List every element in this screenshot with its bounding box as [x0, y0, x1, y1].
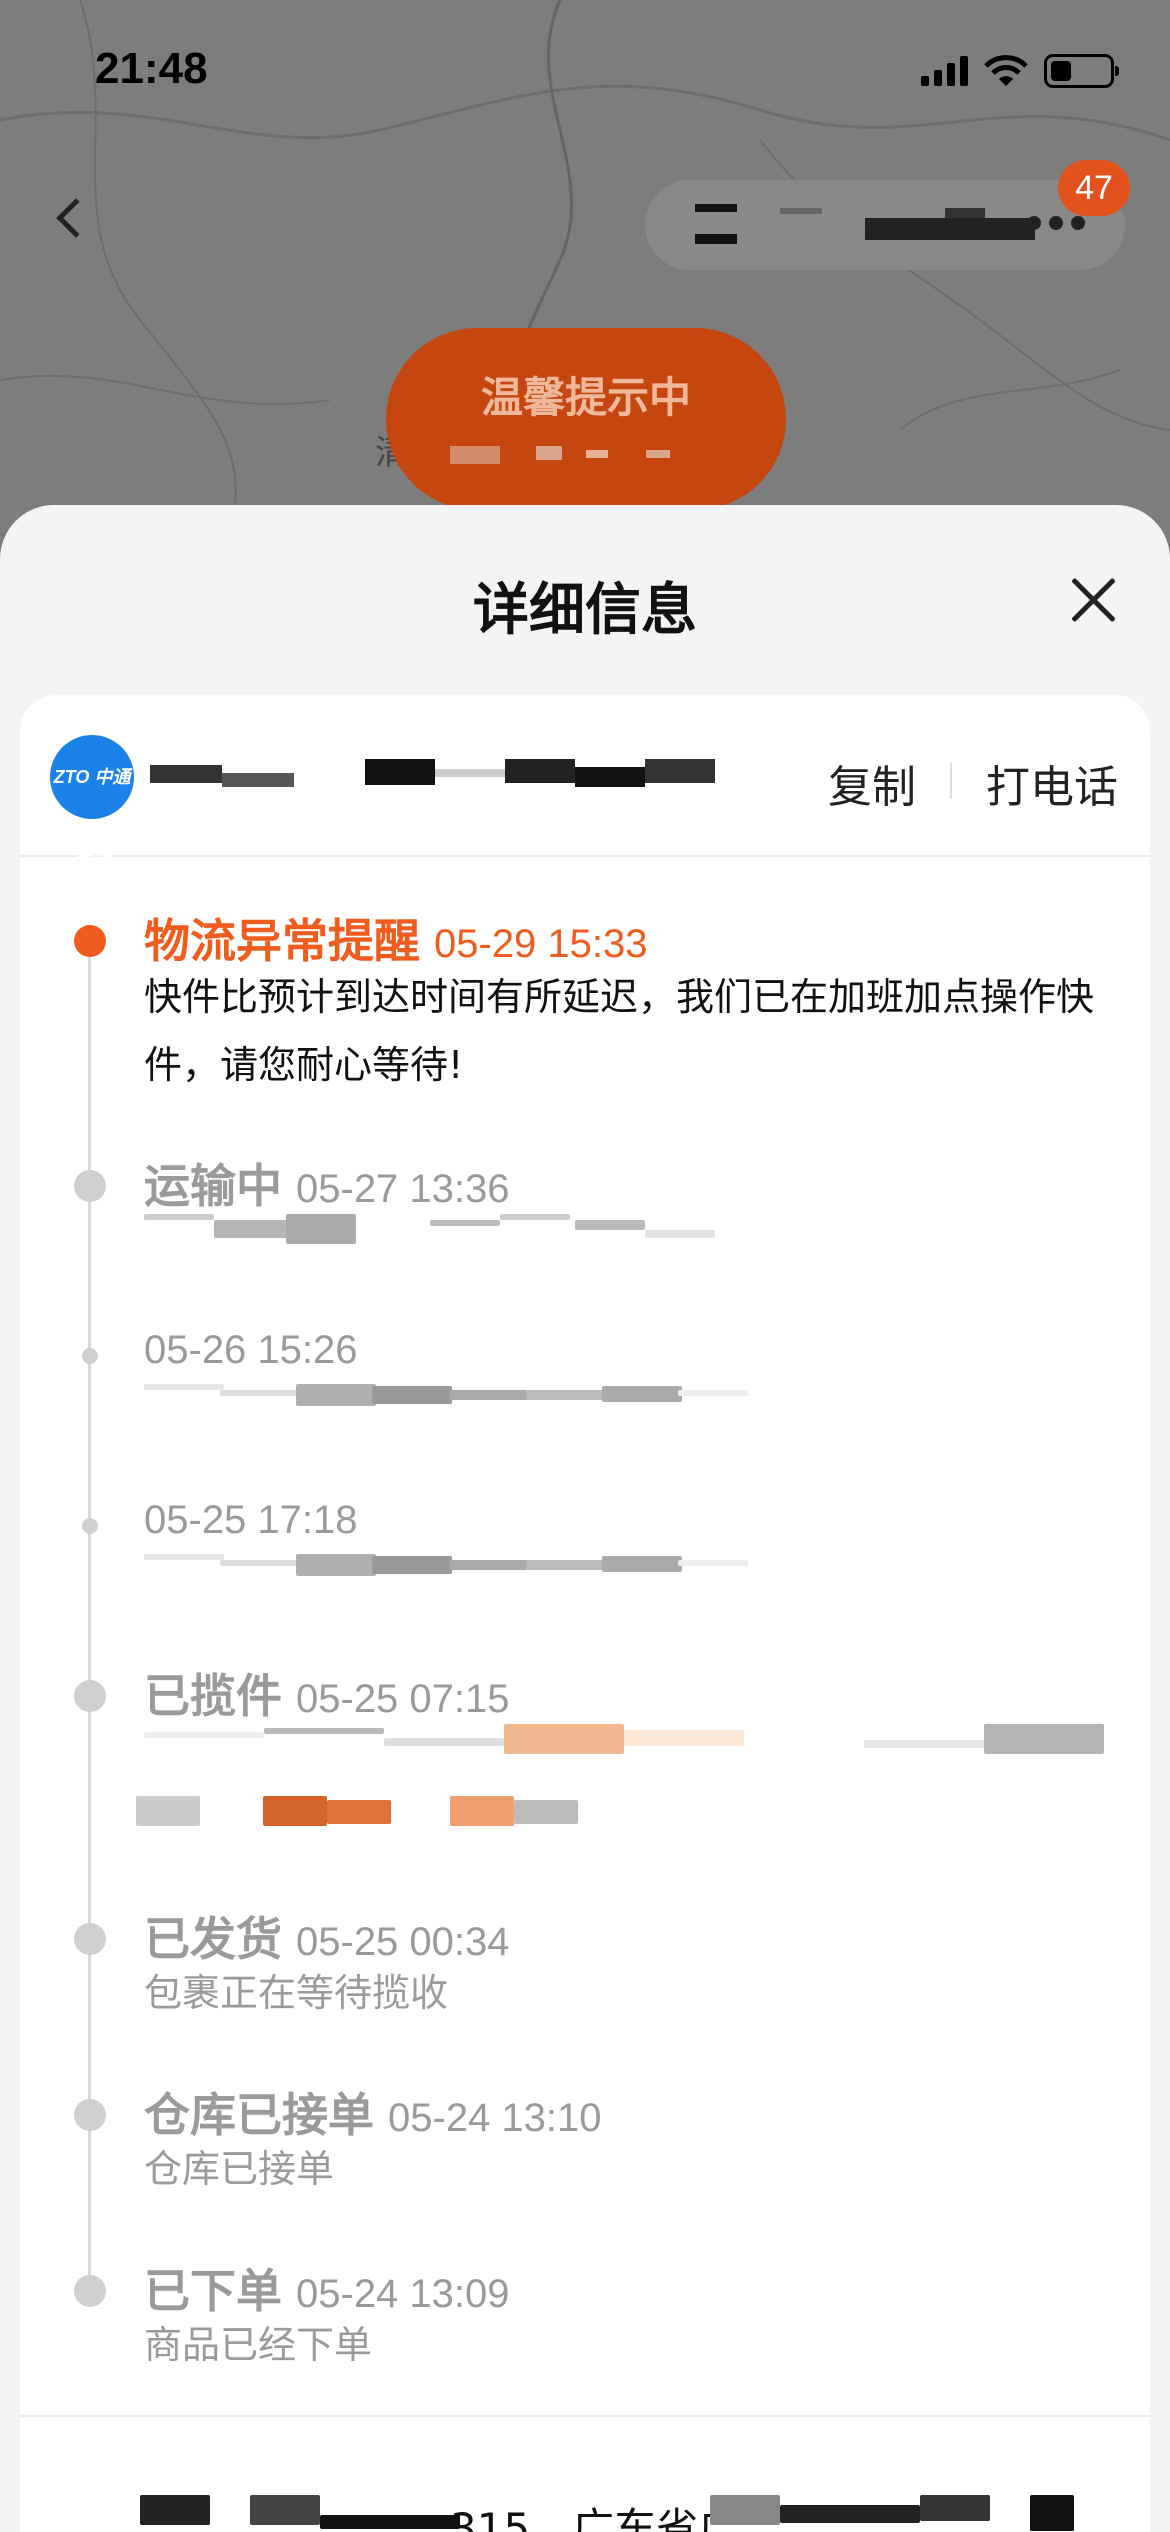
- card-divider: [20, 2415, 1150, 2417]
- timeline-dot: [74, 1170, 106, 1202]
- timeline-dot: [82, 1518, 98, 1534]
- event-time: 05-27 13:36: [296, 1167, 510, 1211]
- event-status: 仓库已接单: [144, 2088, 374, 2142]
- event-time: 05-25 00:34: [296, 1920, 510, 1964]
- address-text: 315，广东省广: [450, 2504, 741, 2532]
- timeline-dot: [74, 925, 106, 957]
- event-status: 已发货: [144, 1912, 282, 1966]
- event-status: 已揽件: [144, 1669, 282, 1723]
- battery-icon: [1044, 54, 1119, 88]
- timeline-dot: [82, 1348, 98, 1364]
- event-status: 运输中: [144, 1159, 282, 1213]
- more-icon[interactable]: [1027, 216, 1085, 230]
- chevron-left-icon: [56, 198, 96, 238]
- event-time: 05-24 13:09: [296, 2272, 510, 2316]
- event-time: 05-24 13:10: [388, 2096, 602, 2140]
- event-time: 05-26 15:26: [144, 1328, 358, 1372]
- event-description: 商品已经下单: [144, 2323, 373, 2367]
- details-sheet: 详细信息 ZTO 中通快递 复制 打电话 物流异常提醒 05-29 15:33 快…: [0, 505, 1170, 2532]
- copy-button[interactable]: 复制: [828, 751, 916, 815]
- event-description: 仓库已接单: [144, 2147, 335, 2191]
- card-header: ZTO 中通快递 复制 打电话: [20, 695, 1150, 871]
- event-time: 05-25 07:15: [296, 1677, 510, 1721]
- wifi-icon: [984, 55, 1028, 86]
- action-divider: [950, 763, 952, 799]
- timeline-dot: [74, 2275, 106, 2307]
- warm-tip-pill[interactable]: 温馨提示中: [386, 328, 786, 510]
- timeline-line: [88, 925, 91, 2275]
- call-button[interactable]: 打电话: [986, 751, 1118, 815]
- event-time: 05-29 15:33: [434, 922, 648, 966]
- tracking-number-redacted: [150, 765, 222, 783]
- timeline-dot: [74, 2099, 106, 2131]
- status-bar: 21:48: [0, 0, 1170, 140]
- tip-title: 温馨提示中: [480, 373, 691, 422]
- event-time: 05-25 17:18: [144, 1498, 358, 1542]
- sheet-title: 详细信息: [473, 578, 697, 643]
- timeline-dot: [74, 1923, 106, 1955]
- event-description: 快件比预计到达时间有所延迟，我们已在加班加点操作快件，请您耐心等待!: [144, 975, 1095, 1087]
- status-time: 21:48: [95, 44, 208, 93]
- timeline-dot: [74, 1680, 106, 1712]
- event-description: 包裹正在等待揽收: [144, 1971, 449, 2015]
- tracking-card: ZTO 中通快递 复制 打电话 物流异常提醒 05-29 15:33 快件比预计到…: [20, 695, 1150, 2532]
- status-icons: [921, 54, 1119, 88]
- cellular-signal-icon: [921, 56, 968, 86]
- header-info-pill[interactable]: [645, 180, 1125, 270]
- event-status: 物流异常提醒: [144, 914, 420, 968]
- close-icon[interactable]: [1068, 575, 1118, 625]
- courier-logo: ZTO 中通快递: [50, 735, 134, 871]
- back-button[interactable]: [42, 190, 98, 246]
- event-status: 已下单: [144, 2264, 282, 2318]
- notification-badge: 47: [1058, 160, 1130, 216]
